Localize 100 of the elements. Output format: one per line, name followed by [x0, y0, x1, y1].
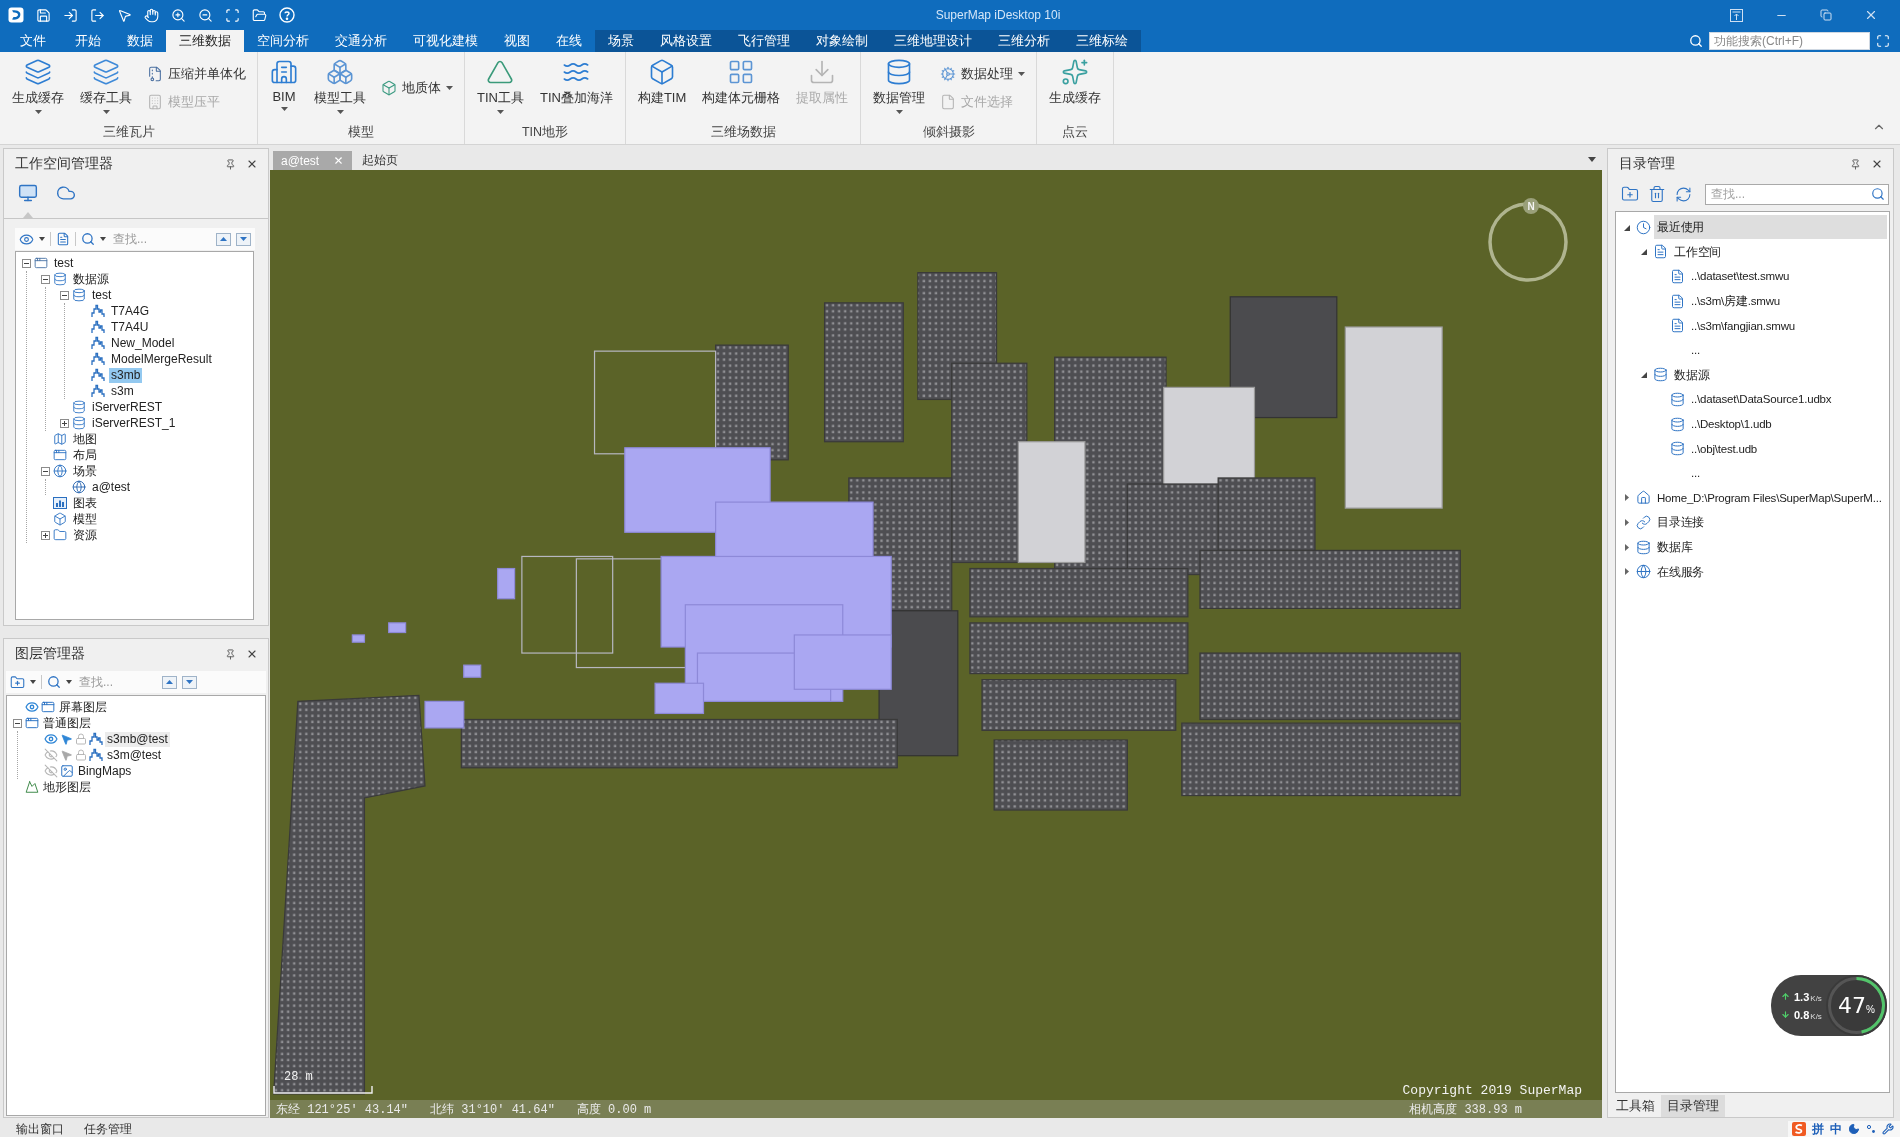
- minus-box-icon[interactable]: [40, 466, 50, 476]
- ime-language-text[interactable]: 中: [1830, 1121, 1842, 1137]
- search-icon[interactable]: [1689, 34, 1703, 48]
- layer-item[interactable]: 地形图层: [41, 779, 93, 795]
- move-up-button[interactable]: [162, 675, 177, 689]
- eye-icon[interactable]: [44, 732, 58, 746]
- tree-item[interactable]: ModelMergeResult: [109, 351, 214, 367]
- ribbon-button[interactable]: 模型工具: [310, 55, 370, 121]
- wrench-icon[interactable]: [1882, 1123, 1894, 1135]
- close-icon[interactable]: [246, 648, 258, 660]
- add-layer-folder-icon[interactable]: [10, 674, 25, 690]
- catalog-item[interactable]: Home_D:\Program Files\SuperMap\SuperM...: [1654, 485, 1887, 510]
- tree-item[interactable]: a@test: [90, 479, 133, 495]
- ribbon-button[interactable]: 数据管理: [869, 55, 930, 121]
- collapsed-arrow-icon[interactable]: [1622, 518, 1630, 526]
- tree-item[interactable]: s3m: [109, 383, 136, 399]
- bottom-tab[interactable]: 输出窗口: [8, 1121, 72, 1137]
- search-icon[interactable]: [1871, 186, 1885, 201]
- menu-tab[interactable]: 开始: [62, 30, 114, 52]
- bottom-tab[interactable]: 任务管理: [76, 1121, 140, 1137]
- layer-item[interactable]: 屏幕图层: [57, 699, 109, 715]
- app-logo-icon[interactable]: [8, 7, 24, 23]
- ribbon-button[interactable]: 地质体: [378, 78, 456, 98]
- caret-icon[interactable]: [66, 680, 72, 684]
- tree-item[interactable]: New_Model: [109, 335, 177, 351]
- menu-tab[interactable]: 三维分析: [985, 30, 1063, 52]
- tree-item[interactable]: iServerREST: [90, 399, 164, 415]
- ribbon-button[interactable]: TIN叠加海洋: [535, 55, 617, 121]
- catalog-item[interactable]: ..\s3m\fangjian.smwu: [1688, 313, 1887, 338]
- pointer-icon[interactable]: [60, 732, 73, 746]
- catalog-item[interactable]: ..\obj\test.udb: [1688, 436, 1887, 461]
- plus-box-icon[interactable]: [40, 530, 50, 540]
- restore-top-icon[interactable]: [1730, 8, 1743, 22]
- search-field[interactable]: 查找...: [77, 675, 157, 689]
- catalog-item[interactable]: ..\s3m\房建.smwu: [1688, 289, 1887, 314]
- tree-item[interactable]: 数据源: [71, 271, 111, 287]
- tree-item[interactable]: T7A4G: [109, 303, 151, 319]
- menu-tab[interactable]: 空间分析: [244, 30, 322, 52]
- collapsed-arrow-icon[interactable]: [1622, 543, 1630, 551]
- ribbon-button[interactable]: 生成缓存: [1045, 55, 1106, 121]
- moon-icon[interactable]: [1848, 1123, 1860, 1135]
- catalog-item[interactable]: ..\Desktop\1.udb: [1688, 412, 1887, 437]
- collapsed-arrow-icon[interactable]: [1622, 494, 1630, 502]
- ribbon-button[interactable]: BIM: [266, 55, 302, 121]
- caret-icon[interactable]: [100, 237, 106, 241]
- menu-tab[interactable]: 风格设置: [647, 30, 725, 52]
- menu-tab[interactable]: 在线: [543, 30, 595, 52]
- delete-icon[interactable]: [1648, 185, 1666, 203]
- tree-item[interactable]: test: [90, 287, 114, 303]
- caret-icon[interactable]: [1588, 156, 1596, 162]
- move-down-button[interactable]: [236, 232, 251, 246]
- tree-item[interactable]: s3mb: [109, 367, 143, 383]
- menu-tab[interactable]: 交通分析: [322, 30, 400, 52]
- tree-item[interactable]: test: [52, 255, 76, 271]
- zoom-in-icon[interactable]: [171, 7, 186, 23]
- ime-logo-icon[interactable]: [1792, 1122, 1806, 1136]
- pin-icon[interactable]: [1850, 158, 1861, 170]
- layer-item[interactable]: 普通图层: [41, 715, 93, 731]
- catalog-item[interactable]: 最近使用: [1654, 215, 1887, 240]
- caret-icon[interactable]: [39, 237, 45, 241]
- search-field[interactable]: 查找...: [1705, 183, 1889, 205]
- catalog-item[interactable]: 数据库: [1654, 535, 1887, 559]
- tree-item[interactable]: 图表: [71, 495, 99, 511]
- catalog-item[interactable]: ..\dataset\DataSource1.udbx: [1688, 387, 1887, 412]
- menu-tab[interactable]: 文件: [4, 30, 62, 52]
- menu-tab[interactable]: 对象绘制: [803, 30, 881, 52]
- full-extent-icon[interactable]: [225, 7, 240, 23]
- menu-tab[interactable]: 三维地理设计: [881, 30, 985, 52]
- panel-tab[interactable]: 工具箱: [1610, 1095, 1661, 1117]
- catalog-item[interactable]: 在线服务: [1654, 559, 1887, 584]
- panel-tab[interactable]: 目录管理: [1661, 1095, 1725, 1117]
- catalog-item[interactable]: 目录连接: [1654, 510, 1887, 535]
- tree-item[interactable]: 场景: [71, 463, 99, 479]
- caret-icon[interactable]: [30, 680, 36, 684]
- minus-box-icon[interactable]: [40, 274, 50, 284]
- collapsed-arrow-icon[interactable]: [1622, 568, 1630, 576]
- menu-tab[interactable]: 三维标绘: [1063, 30, 1141, 52]
- new-folder-icon[interactable]: [1621, 185, 1639, 203]
- ribbon-button[interactable]: 生成缓存: [8, 55, 68, 121]
- ribbon-button[interactable]: 缓存工具: [76, 55, 136, 121]
- punctuation-dots-icon[interactable]: [1866, 1124, 1876, 1134]
- eye-icon[interactable]: [25, 700, 39, 714]
- document-tab[interactable]: 起始页: [354, 151, 407, 170]
- view-mode-icon[interactable]: [19, 231, 34, 247]
- move-up-button[interactable]: [216, 232, 231, 246]
- expanded-arrow-icon[interactable]: [1639, 248, 1647, 256]
- expanded-arrow-icon[interactable]: [1622, 223, 1630, 231]
- tree-item[interactable]: 布局: [71, 447, 99, 463]
- layer-item[interactable]: BingMaps: [76, 763, 134, 779]
- search-icon[interactable]: [81, 232, 95, 246]
- restore-icon[interactable]: [1820, 9, 1832, 21]
- pin-icon[interactable]: [225, 158, 236, 170]
- ribbon-button[interactable]: TIN工具: [473, 55, 528, 121]
- expanded-arrow-icon[interactable]: [1639, 371, 1647, 379]
- catalog-item[interactable]: 数据源: [1671, 362, 1887, 387]
- menu-tab[interactable]: 三维数据: [166, 30, 244, 52]
- fullscreen-icon[interactable]: [1876, 34, 1890, 48]
- tree-item[interactable]: 地图: [71, 431, 99, 447]
- pin-icon[interactable]: [225, 648, 236, 660]
- help-icon[interactable]: [279, 7, 295, 23]
